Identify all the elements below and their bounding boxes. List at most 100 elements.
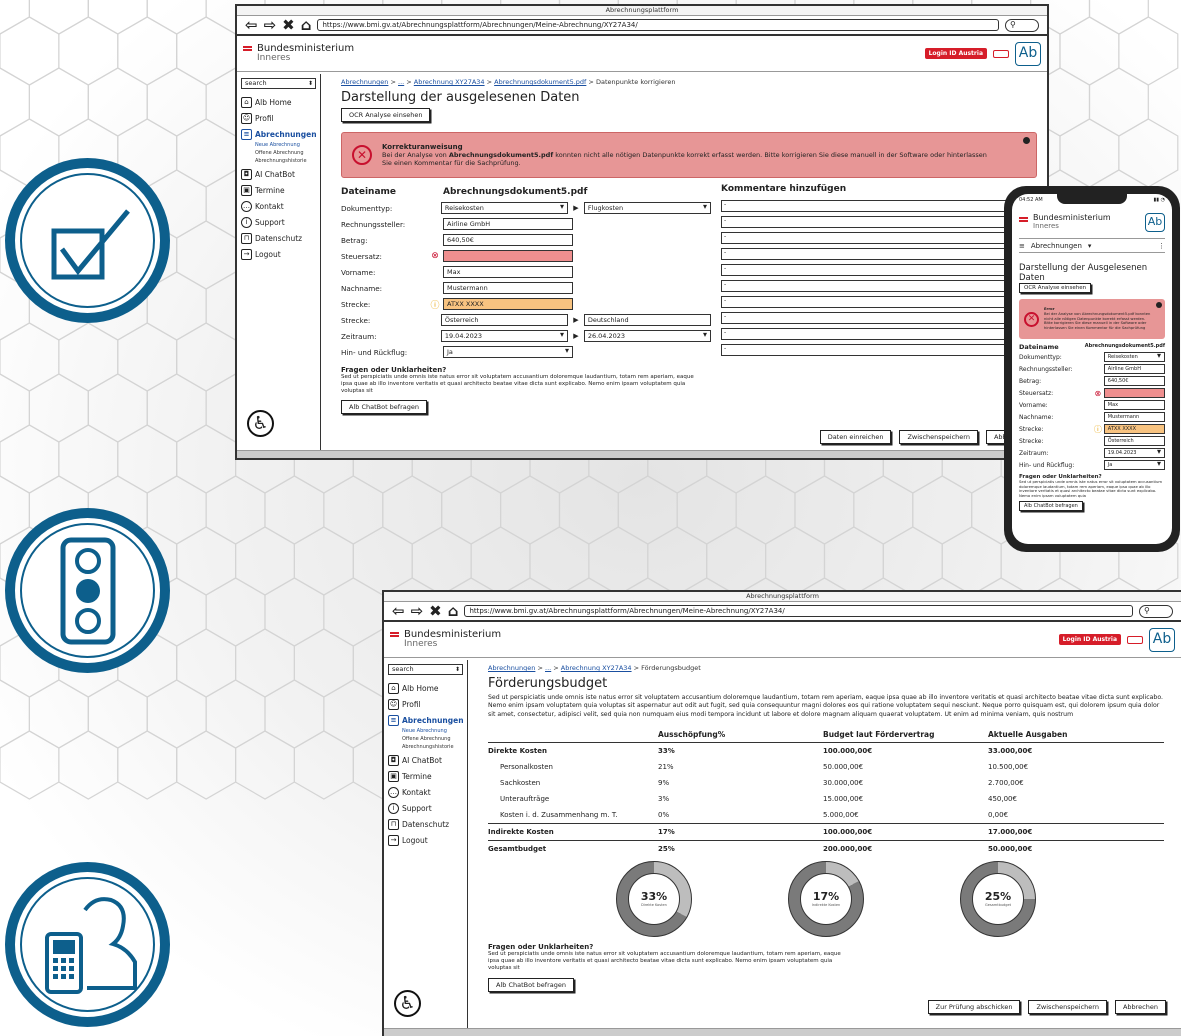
alert-close-icon[interactable] (1156, 302, 1162, 308)
cancel-button[interactable]: Abbrechen (1114, 1000, 1166, 1014)
sidebar-item-home[interactable]: ⌂ Alb Home (241, 94, 316, 110)
back-icon[interactable]: ⇦ (245, 17, 258, 33)
sidebar-item-termine[interactable]: ▣ Termine (388, 768, 463, 784)
sidebar-subitem-offene[interactable]: Offene Abrechnung (388, 736, 463, 744)
breadcrumb-link[interactable]: ... (545, 664, 551, 672)
field-input[interactable]: 640,50€ (1103, 376, 1165, 386)
home-icon[interactable]: ⌂ (301, 17, 312, 33)
comment-input[interactable]: - (721, 264, 1011, 276)
submit-data-button[interactable]: Daten einreichen (819, 430, 892, 444)
comment-input[interactable]: - (721, 328, 1011, 340)
sidebar-item-termine[interactable]: ▣ Termine (241, 182, 316, 198)
sidebar-item-profil[interactable]: ☺ Profil (241, 110, 316, 126)
comment-input[interactable]: - (721, 248, 1011, 260)
chatbot-button[interactable]: Alb ChatBot befragen (341, 400, 427, 415)
close-icon[interactable]: ✖ (429, 603, 442, 619)
breadcrumb-link[interactable]: Abrechnung XY27A34 (561, 664, 632, 672)
sidebar-item-abrechnungen[interactable]: ≡ Abrechnungen (388, 712, 464, 728)
ocr-analysis-button[interactable]: OCR Analyse einsehen (341, 108, 431, 122)
field-input-second[interactable]: Flugkosten (583, 202, 711, 214)
sidebar-subitem-neue[interactable]: Neue Abrechnung (241, 142, 316, 150)
sidebar-item-datenschutz[interactable]: ⊓ Datenschutz (241, 230, 316, 246)
field-input-second[interactable]: 26.04.2023 (583, 330, 711, 342)
field-input[interactable]: Ja (1103, 460, 1165, 470)
sidebar-label: Datenschutz (402, 819, 450, 829)
field-input[interactable]: Max (443, 266, 573, 278)
alert-close-icon[interactable] (1023, 137, 1030, 144)
field-input[interactable]: Ja (443, 346, 573, 358)
home-icon[interactable]: ⌂ (448, 603, 459, 619)
field-input[interactable]: 19.04.2023 (440, 330, 569, 342)
home-icon: ⌂ (388, 682, 399, 694)
sidebar-item-support[interactable]: i Support (241, 214, 316, 230)
sidebar-item-abrechnungen[interactable]: ≡ Abrechnungen (241, 126, 317, 142)
breadcrumb-link[interactable]: Abrechnungen (488, 664, 535, 672)
field-input[interactable]: Österreich (440, 314, 569, 326)
comment-input[interactable]: - (721, 200, 1011, 212)
browser-search-icon[interactable]: ⚲ (1005, 18, 1039, 32)
field-input[interactable]: Österreich (1103, 436, 1165, 446)
sidebar-subitem-offene[interactable]: Offene Abrechnung (241, 150, 316, 158)
comment-input[interactable]: - (721, 216, 1011, 228)
phone-menu[interactable]: ≡ Abrechnungen ▾ ⋮ (1019, 238, 1165, 253)
comment-input[interactable]: - (721, 312, 1011, 324)
login-id-austria-button[interactable]: Login ID Austria (924, 48, 987, 59)
field-input[interactable]: ATXX XXXX (1103, 424, 1165, 434)
sidebar-item-logout[interactable]: → Logout (241, 246, 316, 262)
forward-icon[interactable]: ⇨ (411, 603, 424, 619)
submit-review-button[interactable]: Zur Prüfung abschicken (927, 1000, 1021, 1014)
phone-ocr-button[interactable]: OCR Analyse einsehen (1019, 283, 1092, 293)
forward-icon[interactable]: ⇨ (264, 17, 277, 33)
sidebar-item-logout[interactable]: → Logout (388, 832, 463, 848)
table-row: Kosten i. d. Zusammenhang m. T. 0% 5.000,0… (488, 807, 1164, 824)
field-input[interactable]: Mustermann (1103, 412, 1165, 422)
sidebar-subitem-historie[interactable]: Abrechnungshistorie (241, 158, 316, 166)
field-input[interactable]: ATXX XXXX (443, 298, 573, 310)
field-input[interactable]: Airline GmbH (1103, 364, 1165, 374)
comment-input[interactable]: - (721, 232, 1011, 244)
search-input[interactable]: search (241, 78, 316, 89)
sidebar-item-home[interactable]: ⌂ Alb Home (388, 680, 463, 696)
field-input[interactable]: Reisekosten (1103, 352, 1165, 362)
sidebar-subitem-historie[interactable]: Abrechnungshistorie (388, 744, 463, 752)
sidebar-item-datenschutz[interactable]: ⊓ Datenschutz (388, 816, 463, 832)
field-input[interactable]: Mustermann (443, 282, 573, 294)
field-input[interactable]: Max (1103, 400, 1165, 410)
field-input[interactable]: Reisekosten (440, 202, 569, 214)
comment-input[interactable]: - (721, 344, 1011, 356)
breadcrumb-link[interactable]: Abrechnungen (341, 78, 388, 86)
field-input-second[interactable]: Deutschland (583, 314, 711, 326)
close-icon[interactable]: ✖ (282, 17, 295, 33)
key-icon (993, 49, 1009, 58)
url-bar[interactable]: https://www.bmi.gv.at/Abrechnungsplattfo… (317, 19, 999, 31)
breadcrumb-link[interactable]: Abrechnungsdokument5.pdf (494, 78, 586, 86)
sidebar-item-chatbot[interactable]: ◘ AI ChatBot (241, 166, 316, 182)
accessibility-icon[interactable]: ♿ (394, 990, 421, 1017)
field-input[interactable] (443, 250, 573, 262)
save-draft-button[interactable]: Zwischenspeichern (899, 430, 978, 444)
save-draft-button[interactable]: Zwischenspeichern (1028, 1000, 1107, 1014)
back-icon[interactable]: ⇦ (392, 603, 405, 619)
document-icon: ≡ (241, 128, 252, 140)
sidebar-item-kontakt[interactable]: … Kontakt (388, 784, 463, 800)
sidebar-subitem-neue[interactable]: Neue Abrechnung (388, 728, 463, 736)
field-input[interactable]: 19.04.2023 (1103, 448, 1165, 458)
breadcrumb-link[interactable]: ... (398, 78, 404, 86)
sidebar-item-profil[interactable]: ☺ Profil (388, 696, 463, 712)
phone-chatbot-button[interactable]: Alb ChatBot befragen (1019, 500, 1083, 511)
field-input[interactable] (1103, 388, 1165, 398)
accessibility-icon[interactable]: ♿ (247, 410, 274, 437)
chatbot-button[interactable]: Alb ChatBot befragen (488, 977, 574, 992)
sidebar-item-chatbot[interactable]: ◘ AI ChatBot (388, 752, 463, 768)
comment-input[interactable]: - (721, 280, 1011, 292)
browser-search-icon[interactable]: ⚲ (1139, 604, 1173, 618)
search-input[interactable]: search (388, 664, 463, 675)
sidebar-item-kontakt[interactable]: … Kontakt (241, 198, 316, 214)
field-input[interactable]: 640,50€ (443, 234, 573, 246)
sidebar-item-support[interactable]: i Support (388, 800, 463, 816)
login-id-austria-button[interactable]: Login ID Austria (1058, 634, 1121, 645)
comment-input[interactable]: - (721, 296, 1011, 308)
url-bar[interactable]: https://www.bmi.gv.at/Abrechnungsplattfo… (464, 605, 1133, 617)
field-input[interactable]: Airline GmbH (443, 218, 573, 230)
breadcrumb-link[interactable]: Abrechnung XY27A34 (414, 78, 485, 86)
